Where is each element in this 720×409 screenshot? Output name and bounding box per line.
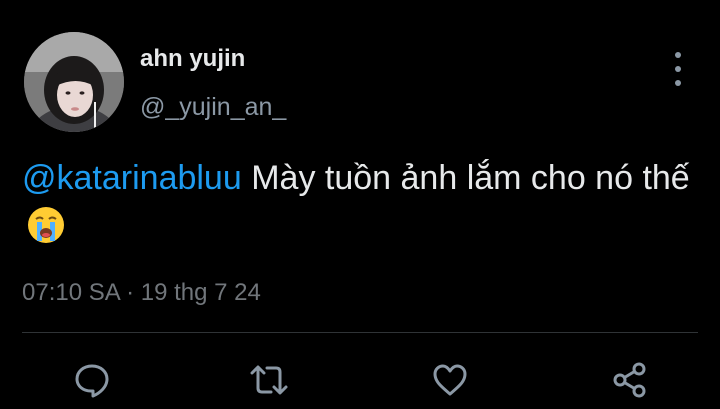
divider <box>22 332 698 333</box>
share-button[interactable] <box>608 358 652 402</box>
author-handle[interactable]: @_yujin_an_ <box>140 92 286 122</box>
mention-link[interactable]: @katarinabluu <box>22 159 242 197</box>
avatar[interactable] <box>24 32 124 132</box>
retweet-arrows-icon <box>250 365 288 395</box>
heart-icon <box>433 364 467 396</box>
tweet-timestamp[interactable]: 07:10 SA · 19 thg 7 24 <box>22 278 261 308</box>
reply-button[interactable] <box>70 358 114 402</box>
tweet-date: 19 thg 7 24 <box>140 279 261 306</box>
profile-photo-icon <box>24 32 124 132</box>
speech-bubble-icon <box>75 364 109 398</box>
retweet-button[interactable] <box>247 358 291 402</box>
tweet-card: ahn yujin @_yujin_an_ @katarinabluu Mày … <box>0 0 720 409</box>
like-button[interactable] <box>428 358 472 402</box>
timestamp-separator: · <box>126 279 135 306</box>
share-nodes-icon <box>613 362 646 398</box>
tweet-body: Mày tuồn ảnh lắm cho nó thế <box>251 159 690 197</box>
author-display-name[interactable]: ahn yujin <box>140 44 245 74</box>
more-options-icon[interactable] <box>666 52 690 86</box>
tweet-text: @katarinabluu Mày tuồn ảnh lắm cho nó th… <box>22 154 702 250</box>
loudly-crying-face-icon <box>28 207 64 243</box>
tweet-time: 07:10 SA <box>22 279 120 306</box>
